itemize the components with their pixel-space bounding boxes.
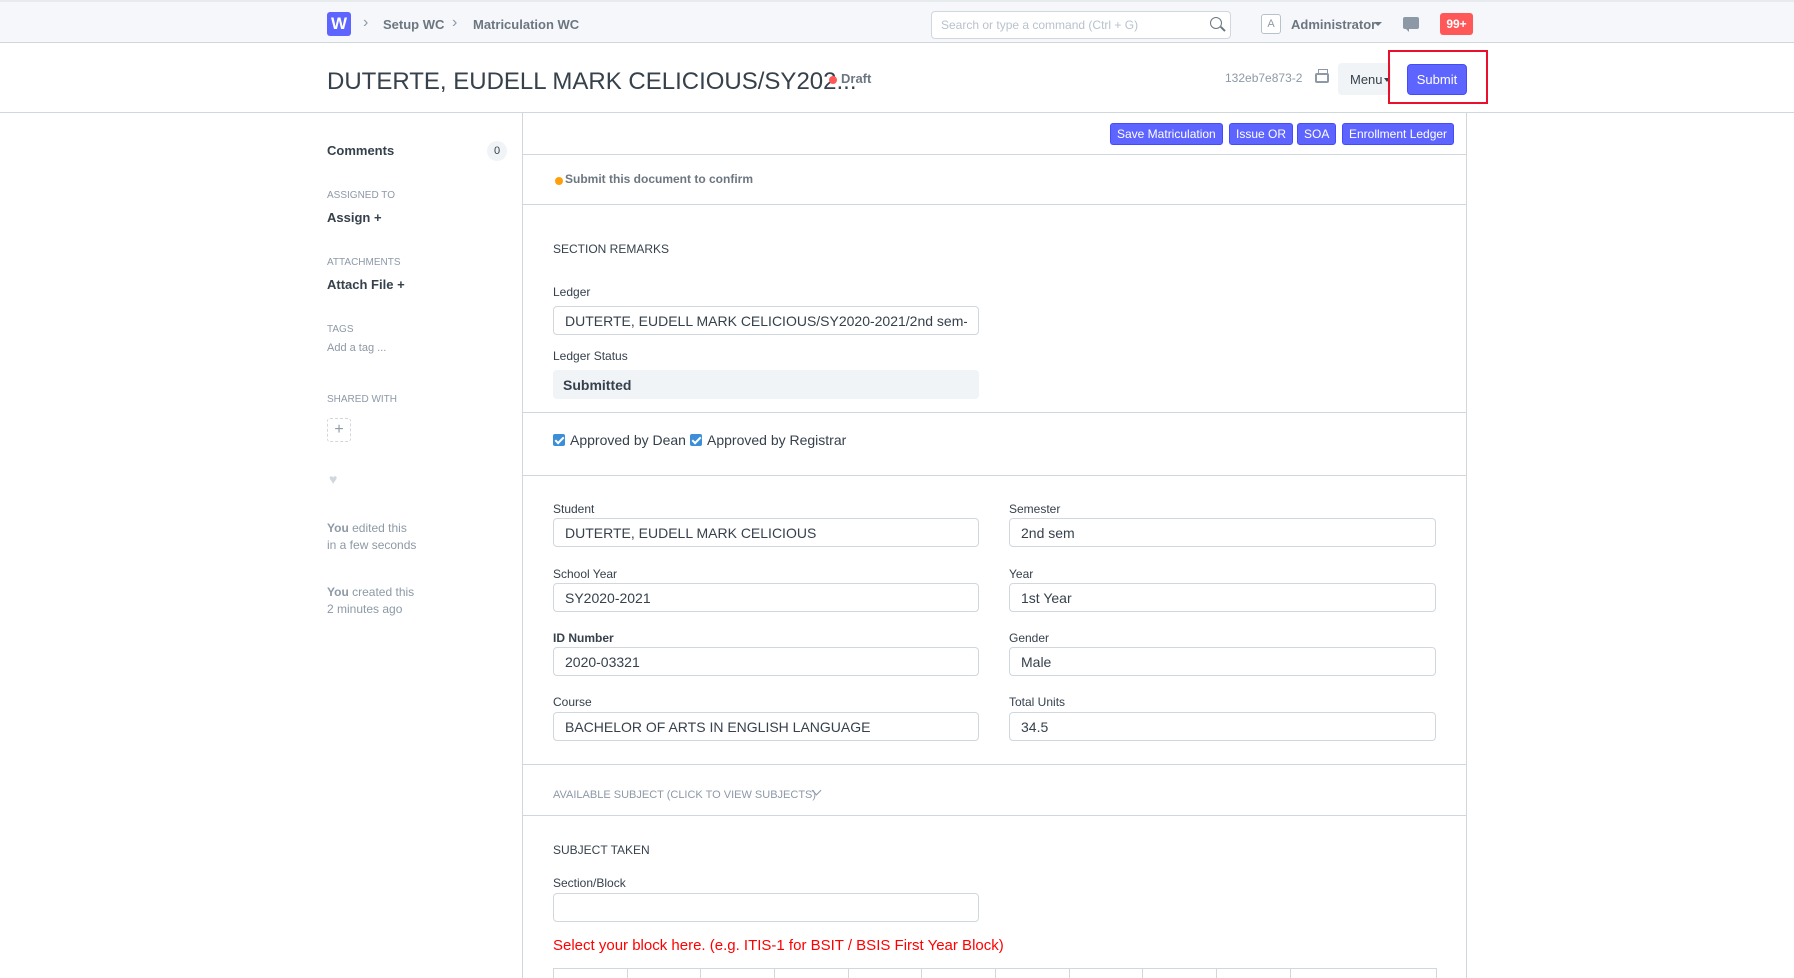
enrollment-ledger-button[interactable]: Enrollment Ledger (1342, 123, 1455, 145)
section-remarks: SECTION REMARKS Ledger Ledger Status Sub… (523, 205, 1466, 413)
semester-label: Semester (1009, 502, 1061, 516)
page-title: DUTERTE, EUDELL MARK CELICIOUS/SY202... (327, 68, 857, 95)
status-indicator (829, 76, 837, 84)
student-details-section: Student School Year ID Number Course Sem… (523, 476, 1466, 765)
heart-icon[interactable]: ♥ (329, 471, 337, 487)
activity-item: You edited this in a few seconds (327, 521, 417, 552)
ledger-status-value: Submitted (553, 370, 979, 399)
assigned-to-label: ASSIGNED TO (327, 190, 395, 201)
chevron-down-icon (1374, 22, 1382, 26)
avatar[interactable]: A (1261, 14, 1281, 34)
tags-label: TAGS (327, 324, 354, 335)
chevron-right-icon: › (363, 14, 369, 31)
submit-alert: Submit this document to confirm (523, 155, 1466, 205)
comments-link[interactable]: Comments (327, 143, 394, 158)
approved-by-dean-checkbox[interactable] (553, 434, 565, 446)
add-tag-input[interactable]: Add a tag ... (327, 342, 386, 354)
gender-label: Gender (1009, 631, 1050, 645)
year-field[interactable] (1009, 583, 1436, 612)
document-id: 132eb7e873-2 (1225, 71, 1303, 85)
approvals-section: Approved by Dean Approved by Registrar (523, 413, 1466, 476)
search-icon (1210, 17, 1222, 29)
approved-by-dean-label: Approved by Dean (570, 432, 686, 448)
alert-indicator (555, 177, 563, 185)
section-title: SECTION REMARKS (553, 242, 670, 256)
highlight-annotation (1388, 50, 1488, 104)
alert-message: Submit this document to confirm (565, 172, 753, 186)
id-number-field[interactable] (553, 647, 979, 676)
assign-button[interactable]: Assign + (327, 210, 382, 225)
breadcrumb-setup-wc[interactable]: Setup WC (383, 17, 444, 32)
available-subject-section[interactable]: AVAILABLE SUBJECT (CLICK TO VIEW SUBJECT… (523, 765, 1466, 816)
id-number-label: ID Number (553, 631, 614, 645)
semester-field[interactable] (1009, 518, 1436, 547)
attach-file-button[interactable]: Attach File + (327, 277, 405, 292)
status-badge: Draft (841, 71, 872, 86)
form-action-bar: Save Matriculation Issue OR SOA Enrollme… (523, 113, 1466, 155)
school-year-field[interactable] (553, 583, 979, 612)
school-year-label: School Year (553, 567, 618, 581)
breadcrumb-matriculation-wc[interactable]: Matriculation WC (473, 17, 579, 32)
section-block-label: Section/Block (553, 876, 626, 890)
print-icon[interactable] (1315, 69, 1329, 83)
form-layout: Save Matriculation Issue OR SOA Enrollme… (522, 113, 1467, 978)
soa-button[interactable]: SOA (1297, 123, 1337, 145)
subjects-grid-header (553, 968, 1437, 978)
chevron-right-icon: › (452, 14, 458, 31)
attachments-label: ATTACHMENTS (327, 257, 401, 268)
issue-or-button[interactable]: Issue OR (1229, 123, 1294, 145)
shared-with-label: SHARED WITH (327, 394, 397, 405)
section-block-help: Select your block here. (e.g. ITIS-1 for… (553, 937, 1004, 954)
search-input[interactable] (931, 11, 1231, 39)
ledger-field[interactable] (553, 306, 979, 335)
user-menu[interactable]: Administrator (1291, 17, 1376, 32)
add-share-button[interactable]: + (327, 418, 351, 442)
save-matriculation-button[interactable]: Save Matriculation (1110, 123, 1223, 145)
top-navbar: W › Setup WC › Matriculation WC A Admini… (0, 0, 1794, 43)
page-header: DUTERTE, EUDELL MARK CELICIOUS/SY202... … (0, 43, 1794, 113)
chat-icon[interactable] (1403, 17, 1419, 32)
approved-by-registrar-checkbox[interactable] (690, 434, 702, 446)
course-label: Course (553, 695, 592, 709)
year-label: Year (1009, 567, 1034, 581)
comments-count: 0 (487, 141, 507, 161)
ledger-status-label: Ledger Status (553, 349, 628, 363)
available-subject-toggle[interactable]: AVAILABLE SUBJECT (CLICK TO VIEW SUBJECT… (553, 789, 816, 801)
section-block-field[interactable] (553, 893, 979, 922)
app-logo[interactable]: W (327, 12, 351, 36)
course-field[interactable] (553, 712, 979, 741)
student-field[interactable] (553, 518, 979, 547)
gender-field[interactable] (1009, 647, 1436, 676)
approved-by-registrar-label: Approved by Registrar (707, 432, 847, 448)
section-title: SUBJECT TAKEN (553, 843, 650, 857)
activity-item: You created this 2 minutes ago (327, 585, 415, 616)
ledger-label: Ledger (553, 285, 591, 299)
student-label: Student (553, 502, 595, 516)
notification-badge[interactable]: 99+ (1440, 13, 1473, 35)
total-units-label: Total Units (1009, 695, 1066, 709)
total-units-field[interactable] (1009, 712, 1436, 741)
subject-taken-section: SUBJECT TAKEN Section/Block Select your … (523, 816, 1466, 978)
